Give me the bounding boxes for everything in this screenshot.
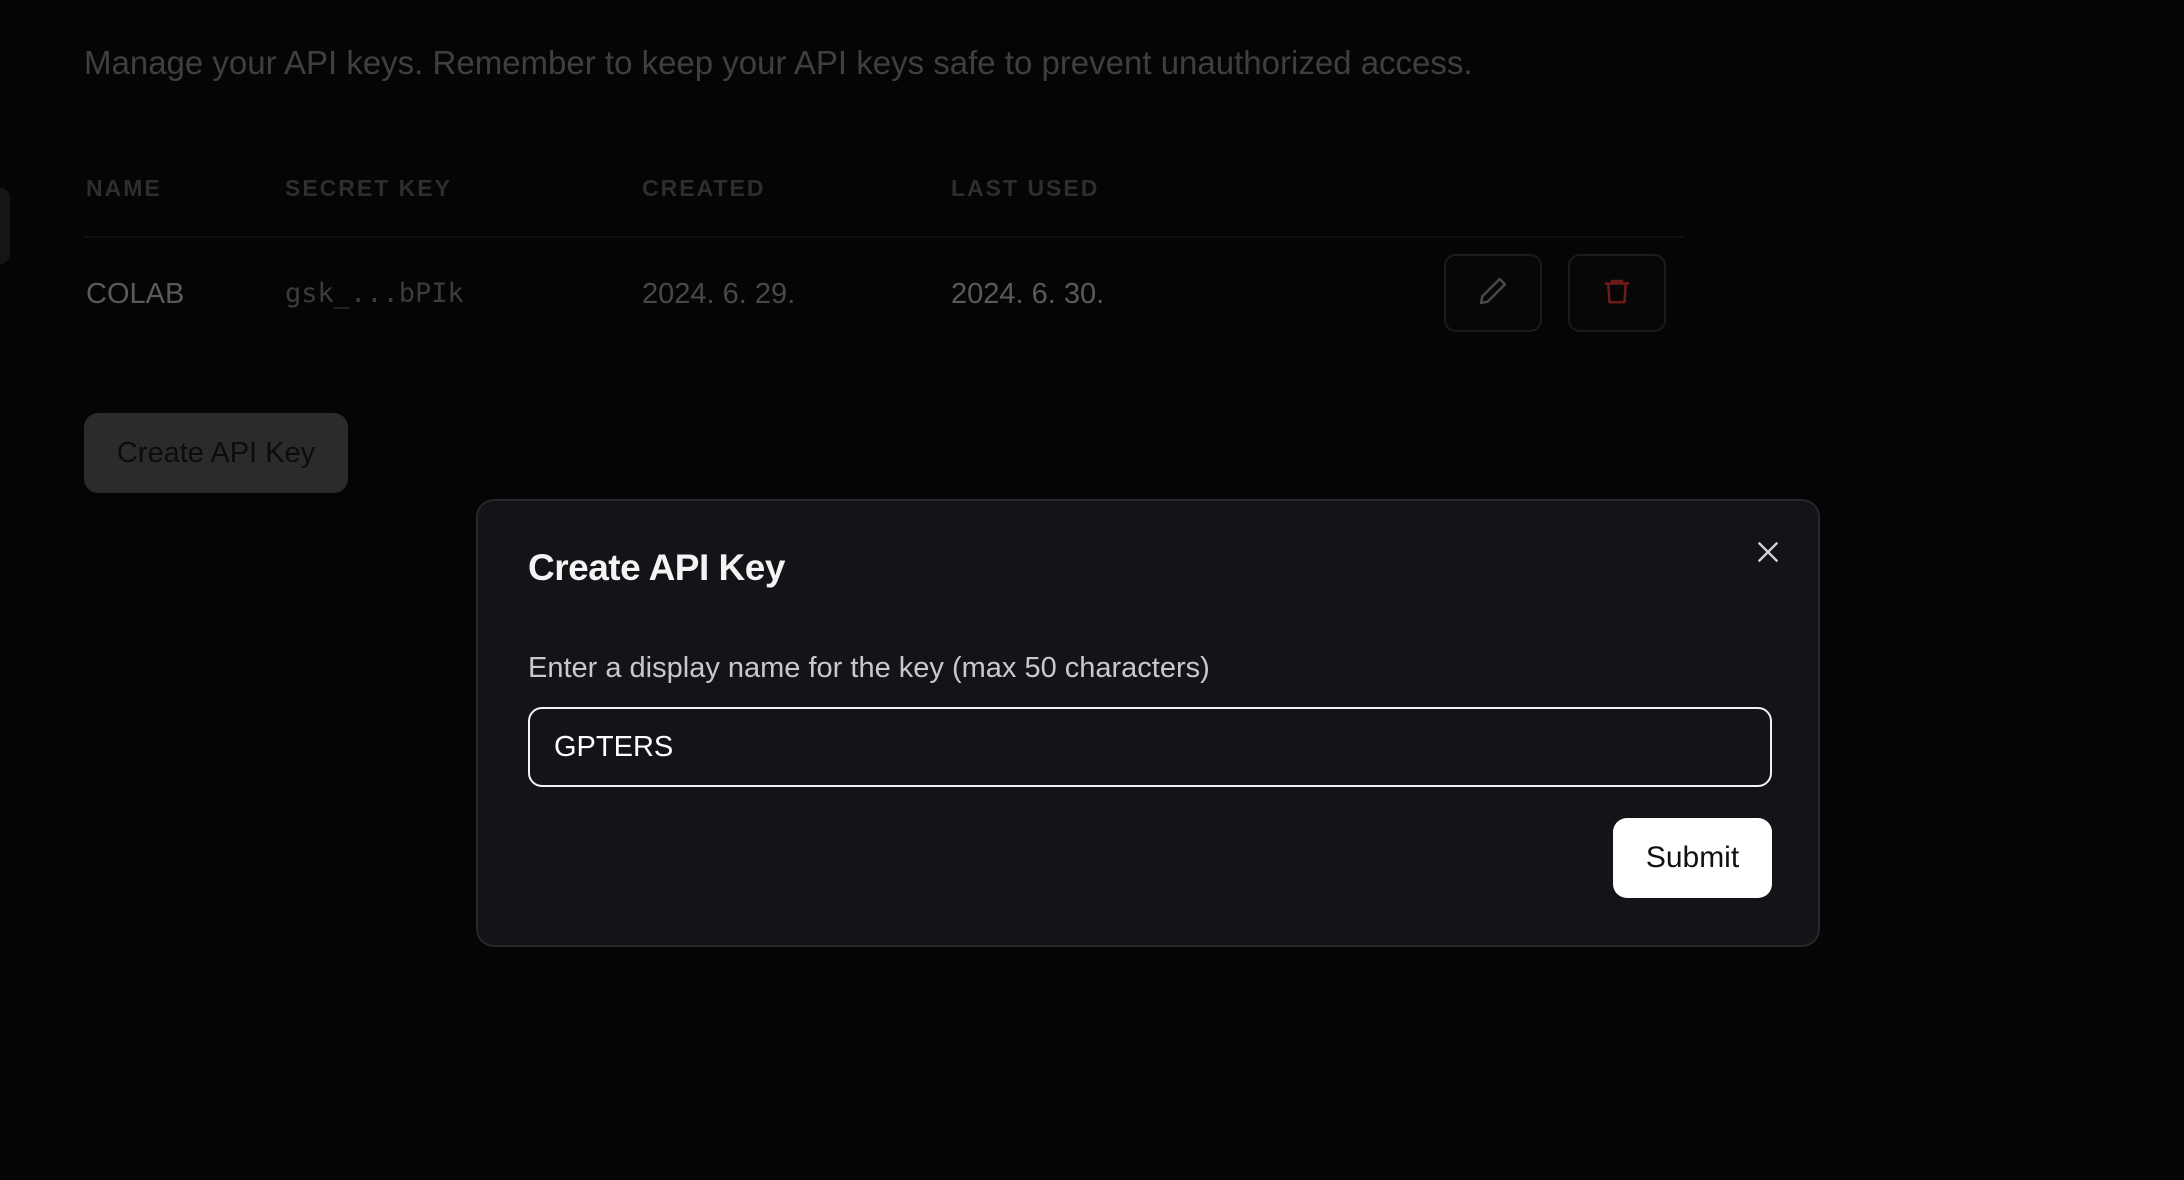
- column-header-created: CREATED: [642, 175, 766, 201]
- column-header-secret-key: SECRET KEY: [285, 175, 452, 201]
- pencil-icon: [1477, 275, 1509, 312]
- delete-key-button[interactable]: [1568, 254, 1666, 332]
- page-description: Manage your API keys. Remember to keep y…: [84, 44, 1473, 81]
- submit-button[interactable]: Submit: [1613, 818, 1772, 898]
- table-row: COLAB gsk_...bPIk 2024. 6. 29. 2024. 6. …: [0, 254, 2184, 334]
- table-header: NAME SECRET KEY CREATED LAST USED: [0, 175, 2184, 205]
- display-name-input[interactable]: [528, 707, 1772, 787]
- key-name-cell: COLAB: [86, 278, 185, 310]
- close-dialog-button[interactable]: [1748, 534, 1788, 574]
- column-header-name: NAME: [86, 175, 162, 201]
- table-divider: [84, 236, 1684, 238]
- dialog-title: Create API Key: [528, 547, 785, 588]
- close-icon: [1755, 539, 1781, 570]
- last-used-date-cell: 2024. 6. 30.: [951, 278, 1105, 310]
- create-api-key-dialog: Create API Key Enter a display name for …: [476, 499, 1820, 947]
- display-name-label: Enter a display name for the key (max 50…: [528, 652, 1210, 684]
- edit-key-button[interactable]: [1444, 254, 1542, 332]
- column-header-last-used: LAST USED: [951, 175, 1100, 201]
- created-date-cell: 2024. 6. 29.: [642, 278, 796, 310]
- secret-key-cell: gsk_...bPIk: [285, 278, 464, 309]
- trash-icon: [1602, 275, 1632, 312]
- create-api-key-button[interactable]: Create API Key: [84, 413, 348, 493]
